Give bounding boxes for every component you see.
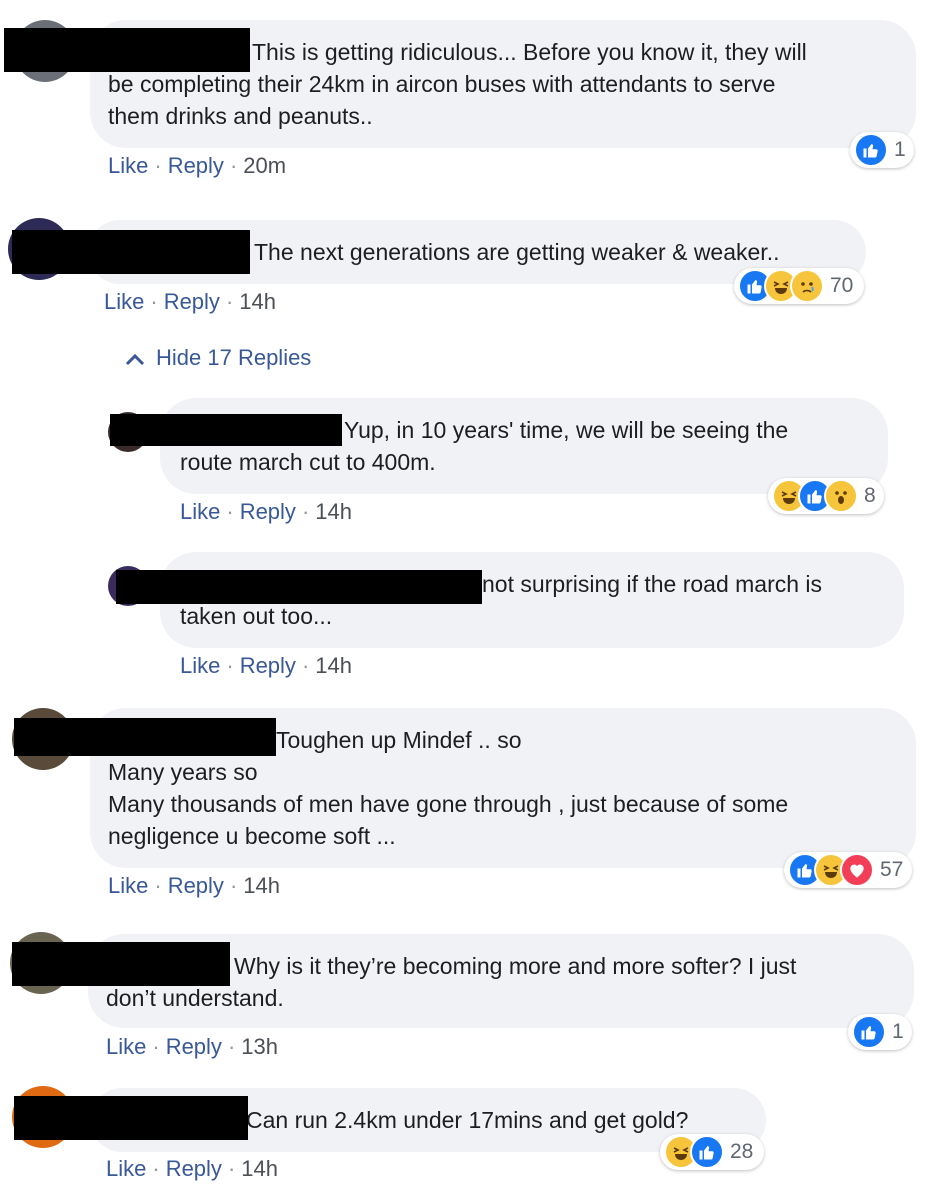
comment-actions: Like · Reply · 14h (180, 653, 352, 679)
separator: · (229, 873, 238, 898)
comment-text: route march cut to 400m. (180, 449, 436, 475)
separator: · (227, 1034, 236, 1059)
redacted-name (14, 718, 276, 756)
love-icon (840, 853, 874, 887)
comment-text: be completing their 24km in aircon buses… (108, 71, 776, 97)
reaction-count: 1 (892, 1020, 904, 1043)
like-button[interactable]: Like (180, 653, 220, 678)
like-button[interactable]: Like (108, 153, 148, 178)
timestamp[interactable]: 13h (241, 1034, 278, 1059)
redacted-name (4, 28, 250, 72)
comment-actions: Like · Reply · 14h (106, 1156, 278, 1182)
reaction-count: 28 (730, 1140, 754, 1163)
redacted-name (116, 570, 482, 604)
separator: · (226, 499, 234, 524)
timestamp[interactable]: 20m (243, 153, 286, 178)
reaction-summary[interactable]: 28 (660, 1134, 764, 1170)
reply-button[interactable]: Reply (166, 1156, 222, 1181)
reaction-count: 1 (894, 138, 906, 161)
comment-actions: Like · Reply · 20m (108, 153, 286, 179)
comment-text: The next generations are getting weaker … (254, 239, 780, 265)
separator: · (225, 289, 234, 314)
redacted-name (110, 414, 342, 446)
like-button[interactable]: Like (180, 499, 220, 524)
reaction-summary[interactable]: 57 (784, 852, 912, 888)
sad-icon (790, 269, 824, 303)
comment-text: Why is it they’re becoming more and more… (234, 953, 797, 979)
hide-replies-button[interactable]: Hide 17 Replies (124, 345, 311, 371)
like-button[interactable]: Like (106, 1034, 146, 1059)
separator: · (152, 1034, 160, 1059)
comment-text: This is getting ridiculous... Before you… (252, 39, 807, 65)
reaction-count: 70 (830, 274, 854, 297)
reaction-count: 57 (880, 858, 904, 881)
comment-actions: Like · Reply · 14h (180, 499, 352, 525)
reaction-summary[interactable]: 8 (768, 478, 884, 514)
comment-text: don’t understand. (106, 985, 284, 1011)
like-button[interactable]: Like (108, 873, 148, 898)
like-icon (690, 1135, 724, 1169)
reply-button[interactable]: Reply (164, 289, 220, 314)
comment-actions: Like · Reply · 14h (104, 289, 276, 315)
separator: · (301, 499, 310, 524)
reaction-summary[interactable]: 1 (848, 1014, 912, 1050)
reply-button[interactable]: Reply (168, 873, 224, 898)
comment-text: Toughen up Mindef .. so (276, 727, 522, 753)
separator: · (226, 653, 234, 678)
separator: · (301, 653, 310, 678)
redacted-name (12, 230, 250, 274)
reply-button[interactable]: Reply (168, 153, 224, 178)
comment-actions: Like · Reply · 14h (108, 873, 280, 899)
like-button[interactable]: Like (104, 289, 144, 314)
reply-button[interactable]: Reply (166, 1034, 222, 1059)
wow-icon (824, 479, 858, 513)
comment-text: negligence u become soft ... (108, 823, 396, 849)
like-button[interactable]: Like (106, 1156, 146, 1181)
separator: · (152, 1156, 160, 1181)
comment-text: Many thousands of men have gone through … (108, 791, 789, 817)
comment-text: not surprising if the road march is (482, 571, 823, 597)
comment-text: Many years so (108, 759, 258, 785)
timestamp[interactable]: 14h (315, 653, 352, 678)
redacted-name (14, 1096, 248, 1140)
chevron-up-icon (125, 354, 145, 366)
separator: · (150, 289, 158, 314)
reply-button[interactable]: Reply (240, 653, 296, 678)
timestamp[interactable]: 14h (315, 499, 352, 524)
separator: · (227, 1156, 236, 1181)
timestamp[interactable]: 14h (243, 873, 280, 898)
separator: · (154, 873, 162, 898)
like-icon (852, 1015, 886, 1049)
reaction-summary[interactable]: 1 (850, 132, 914, 168)
separator: · (154, 153, 162, 178)
reply-button[interactable]: Reply (240, 499, 296, 524)
hide-replies-label: Hide 17 Replies (156, 345, 312, 370)
like-icon (854, 133, 888, 167)
timestamp[interactable]: 14h (241, 1156, 278, 1181)
comment-actions: Like · Reply · 13h (106, 1034, 278, 1060)
comment-text: Can run 2.4km under 17mins and get gold? (246, 1107, 689, 1133)
comment-text: them drinks and peanuts.. (108, 103, 373, 129)
reaction-summary[interactable]: 70 (734, 268, 864, 304)
timestamp[interactable]: 14h (239, 289, 276, 314)
comment-text: Yup, in 10 years' time, we will be seein… (344, 417, 789, 443)
separator: · (229, 153, 238, 178)
comment-text: taken out too... (180, 603, 333, 629)
reaction-count: 8 (864, 484, 876, 507)
redacted-name (12, 942, 230, 986)
